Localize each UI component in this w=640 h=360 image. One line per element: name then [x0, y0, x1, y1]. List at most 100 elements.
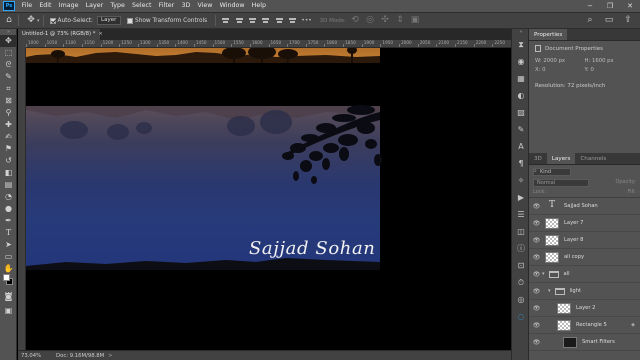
close-tab-icon[interactable]: × — [98, 31, 102, 37]
visibility-eye-icon[interactable]: 👁 — [532, 305, 541, 312]
paragraph-icon[interactable]: ¶ — [512, 155, 530, 172]
status-menu-arrow-icon[interactable]: > — [108, 353, 112, 359]
tool-eraser[interactable]: ◧ — [0, 167, 17, 179]
visibility-eye-icon[interactable]: 👁 — [532, 220, 541, 227]
align-vertical-center-icon[interactable] — [235, 16, 244, 25]
visibility-eye-icon[interactable]: 👁 — [532, 271, 541, 278]
close-button[interactable]: ✕ — [620, 0, 640, 12]
history-icon[interactable]: ⧗ — [512, 36, 530, 53]
y-field[interactable]: Y: 0 — [585, 67, 635, 73]
move-tool-icon[interactable]: ✥ — [25, 15, 37, 26]
tool-frame[interactable]: ⊠ — [0, 95, 17, 107]
color-wheel-icon[interactable]: ◉ — [512, 53, 530, 70]
auto-select-checkbox[interactable] — [49, 17, 56, 24]
x-field[interactable]: X: 0 — [535, 67, 585, 73]
menu-window[interactable]: Window — [216, 0, 248, 12]
tab-3d[interactable]: 3D — [529, 153, 547, 164]
properties-icon[interactable]: ☰ — [512, 206, 530, 223]
navigator-icon[interactable]: ⊡ — [512, 257, 530, 274]
tool-type[interactable]: T — [0, 227, 17, 239]
foreground-color-swatch[interactable] — [3, 274, 10, 281]
character-icon[interactable]: A — [512, 138, 530, 155]
layer-row[interactable]: 👁 ▾ light — [529, 283, 640, 300]
menu-layer[interactable]: Layer — [82, 0, 107, 12]
tool-path-selection[interactable]: ➤ — [0, 239, 17, 251]
styles-icon[interactable]: ▨ — [512, 104, 530, 121]
quick-mask-icon[interactable]: ◙ — [0, 291, 17, 303]
share-icon[interactable]: ⇪ — [622, 15, 634, 26]
tool-crop[interactable]: ⌗ — [0, 83, 17, 95]
zoom-level[interactable]: 73.04% — [18, 353, 56, 359]
menu-file[interactable]: File — [18, 0, 36, 12]
brush-settings-icon[interactable]: ✎ — [512, 121, 530, 138]
maximize-button[interactable]: ❐ — [600, 0, 620, 12]
tool-brush[interactable]: ✍ — [0, 131, 17, 143]
opacity-label[interactable]: Opacity: — [615, 179, 636, 187]
actions-icon[interactable]: ▶ — [512, 189, 530, 206]
3d-scale-icon[interactable]: ▣ — [409, 15, 421, 26]
document-tab[interactable]: Untitled-1 @ 73% (RGB/8) * × — [18, 29, 103, 40]
blend-mode-dropdown[interactable]: Normal — [533, 179, 589, 187]
layer-row[interactable]: 👁 Layer 7 — [529, 215, 640, 232]
tool-move[interactable]: ✥ — [0, 35, 17, 47]
timeline-icon[interactable]: ⏱ — [512, 274, 530, 291]
tool-lasso[interactable]: ᘓ — [0, 59, 17, 71]
tool-quick-selection[interactable]: ✎ — [0, 71, 17, 83]
layer-row[interactable]: 👁 Smart Filters — [529, 334, 640, 351]
layer-row[interactable]: 👁 ▾ all — [529, 266, 640, 283]
group-expand-chevron-icon[interactable]: ▾ — [548, 288, 551, 294]
align-top-icon[interactable] — [221, 16, 230, 25]
tool-marquee[interactable]: ⬚ — [0, 47, 17, 59]
horizontal-ruler[interactable]: 1000 1050 1100 1150 1200 1250 1300 1350 1400 1450… — [26, 40, 511, 48]
layer-kind-filter[interactable]: Kind — [533, 168, 571, 176]
screen-mode-icon[interactable]: ▣ — [0, 305, 17, 317]
ruler-origin[interactable] — [18, 40, 26, 48]
channels-mini-icon[interactable]: ◎ — [512, 291, 530, 308]
vertical-ruler[interactable] — [18, 48, 26, 350]
tool-dodge[interactable]: ● — [0, 203, 17, 215]
menu-filter[interactable]: Filter — [155, 0, 178, 12]
tool-healing-brush[interactable]: ✚ — [0, 119, 17, 131]
search-icon[interactable]: ⌕ — [584, 15, 596, 26]
visibility-eye-icon[interactable]: 👁 — [532, 203, 541, 210]
align-horizontal-center-icon[interactable] — [275, 16, 284, 25]
menu-image[interactable]: Image — [55, 0, 82, 12]
fill-label[interactable]: Fill: — [628, 189, 636, 197]
expand-panels-icon[interactable]: « — [512, 29, 530, 36]
minimize-button[interactable]: − — [580, 0, 600, 12]
layer-row[interactable]: 👁 T Sajjad Sohan — [529, 198, 640, 215]
tool-blur[interactable]: ◔ — [0, 191, 17, 203]
menu-help[interactable]: Help — [248, 0, 270, 12]
3d-orbit-icon[interactable]: ⟲ — [349, 15, 361, 26]
align-right-icon[interactable] — [288, 16, 297, 25]
align-left-icon[interactable] — [261, 16, 270, 25]
workspace-icon[interactable]: ▭ — [603, 15, 615, 26]
menu-view[interactable]: View — [194, 0, 216, 12]
visibility-eye-icon[interactable]: 👁 — [532, 288, 541, 295]
visibility-eye-icon[interactable]: 👁 — [532, 322, 541, 329]
group-expand-chevron-icon[interactable]: ▾ — [542, 271, 545, 277]
tool-pen[interactable]: ✒ — [0, 215, 17, 227]
info-icon[interactable]: ⓘ — [512, 240, 530, 257]
home-icon[interactable]: ⌂ — [3, 15, 15, 26]
tool-gradient[interactable]: ▤ — [0, 179, 17, 191]
menu-select[interactable]: Select — [128, 0, 155, 12]
libraries-icon[interactable]: ◫ — [512, 223, 530, 240]
tool-rectangle[interactable]: ▭ — [0, 251, 17, 263]
tool-clone-stamp[interactable]: ⚑ — [0, 143, 17, 155]
layer-row[interactable]: 👁 all copy — [529, 249, 640, 266]
layer-row[interactable]: 👁 Layer 2 — [529, 300, 640, 317]
layer-row[interactable]: 👁 Rectangle 5 ◈ — [529, 317, 640, 334]
show-transform-checkbox[interactable] — [127, 17, 134, 24]
visibility-eye-icon[interactable]: 👁 — [532, 254, 541, 261]
width-field[interactable]: W: 2000 px — [535, 58, 585, 64]
align-bottom-icon[interactable] — [248, 16, 257, 25]
active-panel-icon[interactable]: ◌ — [512, 308, 530, 325]
tool-history-brush[interactable]: ↺ — [0, 155, 17, 167]
tab-channels[interactable]: Channels — [575, 153, 611, 164]
layer-row[interactable]: 👁 Layer 8 — [529, 232, 640, 249]
adjustments-icon[interactable]: ◐ — [512, 87, 530, 104]
swatches-icon[interactable]: ▦ — [512, 70, 530, 87]
glyphs-icon[interactable]: ✧ — [512, 172, 530, 189]
tab-properties[interactable]: Properties — [529, 29, 568, 40]
